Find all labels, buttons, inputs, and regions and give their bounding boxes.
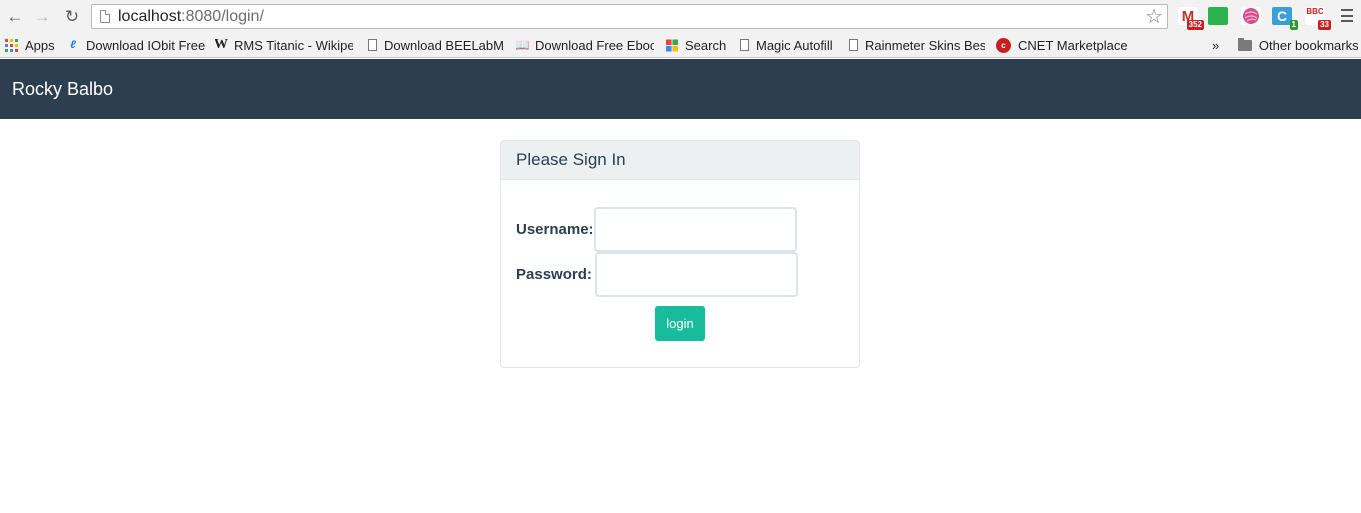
- username-row: Username:: [516, 207, 797, 252]
- url-text[interactable]: localhost:8080/login/: [118, 8, 264, 26]
- password-row: Password:: [516, 252, 798, 297]
- feedly-extension-icon[interactable]: [1208, 7, 1228, 25]
- c-extension-icon[interactable]: C 1: [1272, 7, 1298, 30]
- bookmark-label: Search: [685, 37, 727, 53]
- cnet-icon: c: [996, 37, 1011, 53]
- gmail-badge: 352: [1186, 20, 1204, 30]
- panel-heading: Please Sign In: [501, 141, 859, 180]
- yarn-extension-icon[interactable]: [1241, 7, 1261, 25]
- login-panel: Please Sign In Username: Password: login: [500, 140, 860, 368]
- forward-arrow-icon[interactable]: →: [31, 5, 53, 27]
- overflow-chevron: »: [1212, 37, 1220, 53]
- panel-title: Please Sign In: [516, 150, 626, 169]
- bookmark-label: Download IObit Freev: [86, 37, 205, 53]
- bookmark-magic-autofill[interactable]: Magic Autofill: [740, 33, 836, 57]
- username-label: Username:: [516, 221, 594, 238]
- bookmark-label: Apps: [25, 37, 55, 53]
- bbc-letters: BBC: [1306, 7, 1324, 16]
- reload-icon[interactable]: ↻: [61, 5, 83, 27]
- bookmark-label: Download Free Ebook: [535, 37, 654, 53]
- back-arrow-icon[interactable]: ←: [4, 5, 26, 27]
- password-input[interactable]: [594, 252, 798, 297]
- bookmark-ebook[interactable]: 📖 Download Free Ebook: [516, 33, 654, 57]
- bbc-extension-icon[interactable]: BBC 33: [1305, 7, 1331, 30]
- login-button[interactable]: login: [655, 306, 705, 341]
- page-icon: [100, 10, 110, 23]
- bookmark-star-icon[interactable]: ☆: [1145, 6, 1163, 28]
- bookmark-iobit[interactable]: ℓ Download IObit Freev: [67, 33, 205, 57]
- bookmark-label: RMS Titanic - Wikiped: [234, 37, 353, 53]
- page-icon: [368, 39, 377, 51]
- bookmark-label: Rainmeter Skins Best: [865, 37, 985, 53]
- bookmark-label: Other bookmarks: [1258, 37, 1358, 53]
- other-bookmarks[interactable]: Other bookmarks: [1238, 33, 1358, 57]
- book-icon: 📖: [516, 38, 530, 52]
- chrome-menu-icon[interactable]: [1341, 9, 1353, 22]
- password-label: Password:: [516, 266, 592, 283]
- bookmark-search[interactable]: Search: [666, 33, 728, 57]
- bookmark-cnet[interactable]: c CNET Marketplace |: [996, 33, 1131, 57]
- url-host: localhost: [118, 7, 182, 25]
- c-letter: C: [1276, 8, 1288, 24]
- bookmark-beelab[interactable]: Download BEELabMa: [368, 33, 504, 57]
- navbar-brand[interactable]: Rocky Balbo: [12, 79, 113, 100]
- bookmark-titanic[interactable]: W RMS Titanic - Wikiped: [215, 33, 353, 57]
- app-navbar: Rocky Balbo: [0, 59, 1361, 119]
- username-input[interactable]: [593, 207, 797, 252]
- bookmark-apps[interactable]: Apps: [5, 33, 60, 57]
- page-icon: [849, 39, 858, 51]
- page-icon: [740, 39, 749, 51]
- bookmark-label: Magic Autofill: [756, 37, 833, 53]
- bookmark-label: Download BEELabMa: [384, 37, 504, 53]
- avg-icon: [666, 39, 678, 52]
- bookmarks-bar: Apps ℓ Download IObit Freev W RMS Titani…: [0, 33, 1361, 58]
- apps-grid-icon: [5, 38, 18, 52]
- bbc-badge: 33: [1318, 20, 1331, 30]
- url-path: :8080/login/: [181, 7, 264, 25]
- folder-icon: [1238, 37, 1252, 51]
- gmail-extension-icon[interactable]: M 352: [1178, 7, 1204, 30]
- browser-toolbar: ← → ↻ localhost:8080/login/ ☆ M 352 C 1 …: [0, 0, 1361, 33]
- wikipedia-icon: W: [215, 37, 228, 52]
- c-badge: 1: [1289, 20, 1298, 30]
- address-bar[interactable]: localhost:8080/login/ ☆: [91, 4, 1168, 29]
- iobit-icon: ℓ: [70, 39, 76, 51]
- bookmark-label: CNET Marketplace |: [1018, 37, 1131, 53]
- bookmarks-overflow-button[interactable]: »: [1212, 33, 1224, 57]
- bookmark-rainmeter[interactable]: Rainmeter Skins Best: [849, 33, 985, 57]
